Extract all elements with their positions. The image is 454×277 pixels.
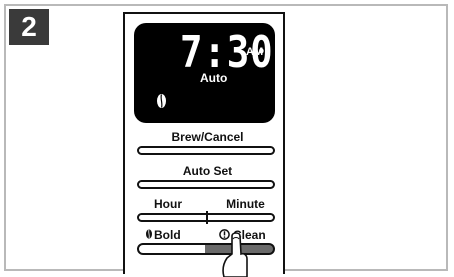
hour-label: Hour: [154, 197, 182, 211]
display-mode-label: Auto: [200, 71, 228, 85]
hour-minute-button[interactable]: [137, 211, 275, 224]
minute-label: Minute: [226, 197, 265, 211]
brew-cancel-label: Brew/Cancel: [171, 130, 244, 144]
auto-set-label: Auto Set: [182, 164, 233, 178]
bold-button[interactable]: [137, 243, 207, 255]
brew-cancel-button[interactable]: [137, 146, 275, 155]
step-number-badge: 2: [9, 9, 49, 45]
clock-ampm: AM: [246, 46, 264, 58]
finger-pointer-icon: [222, 232, 248, 277]
auto-set-button[interactable]: [137, 180, 275, 189]
bold-label: Bold: [154, 228, 181, 242]
coffee-bean-icon: [146, 229, 152, 239]
coffee-bean-icon: [157, 94, 166, 108]
